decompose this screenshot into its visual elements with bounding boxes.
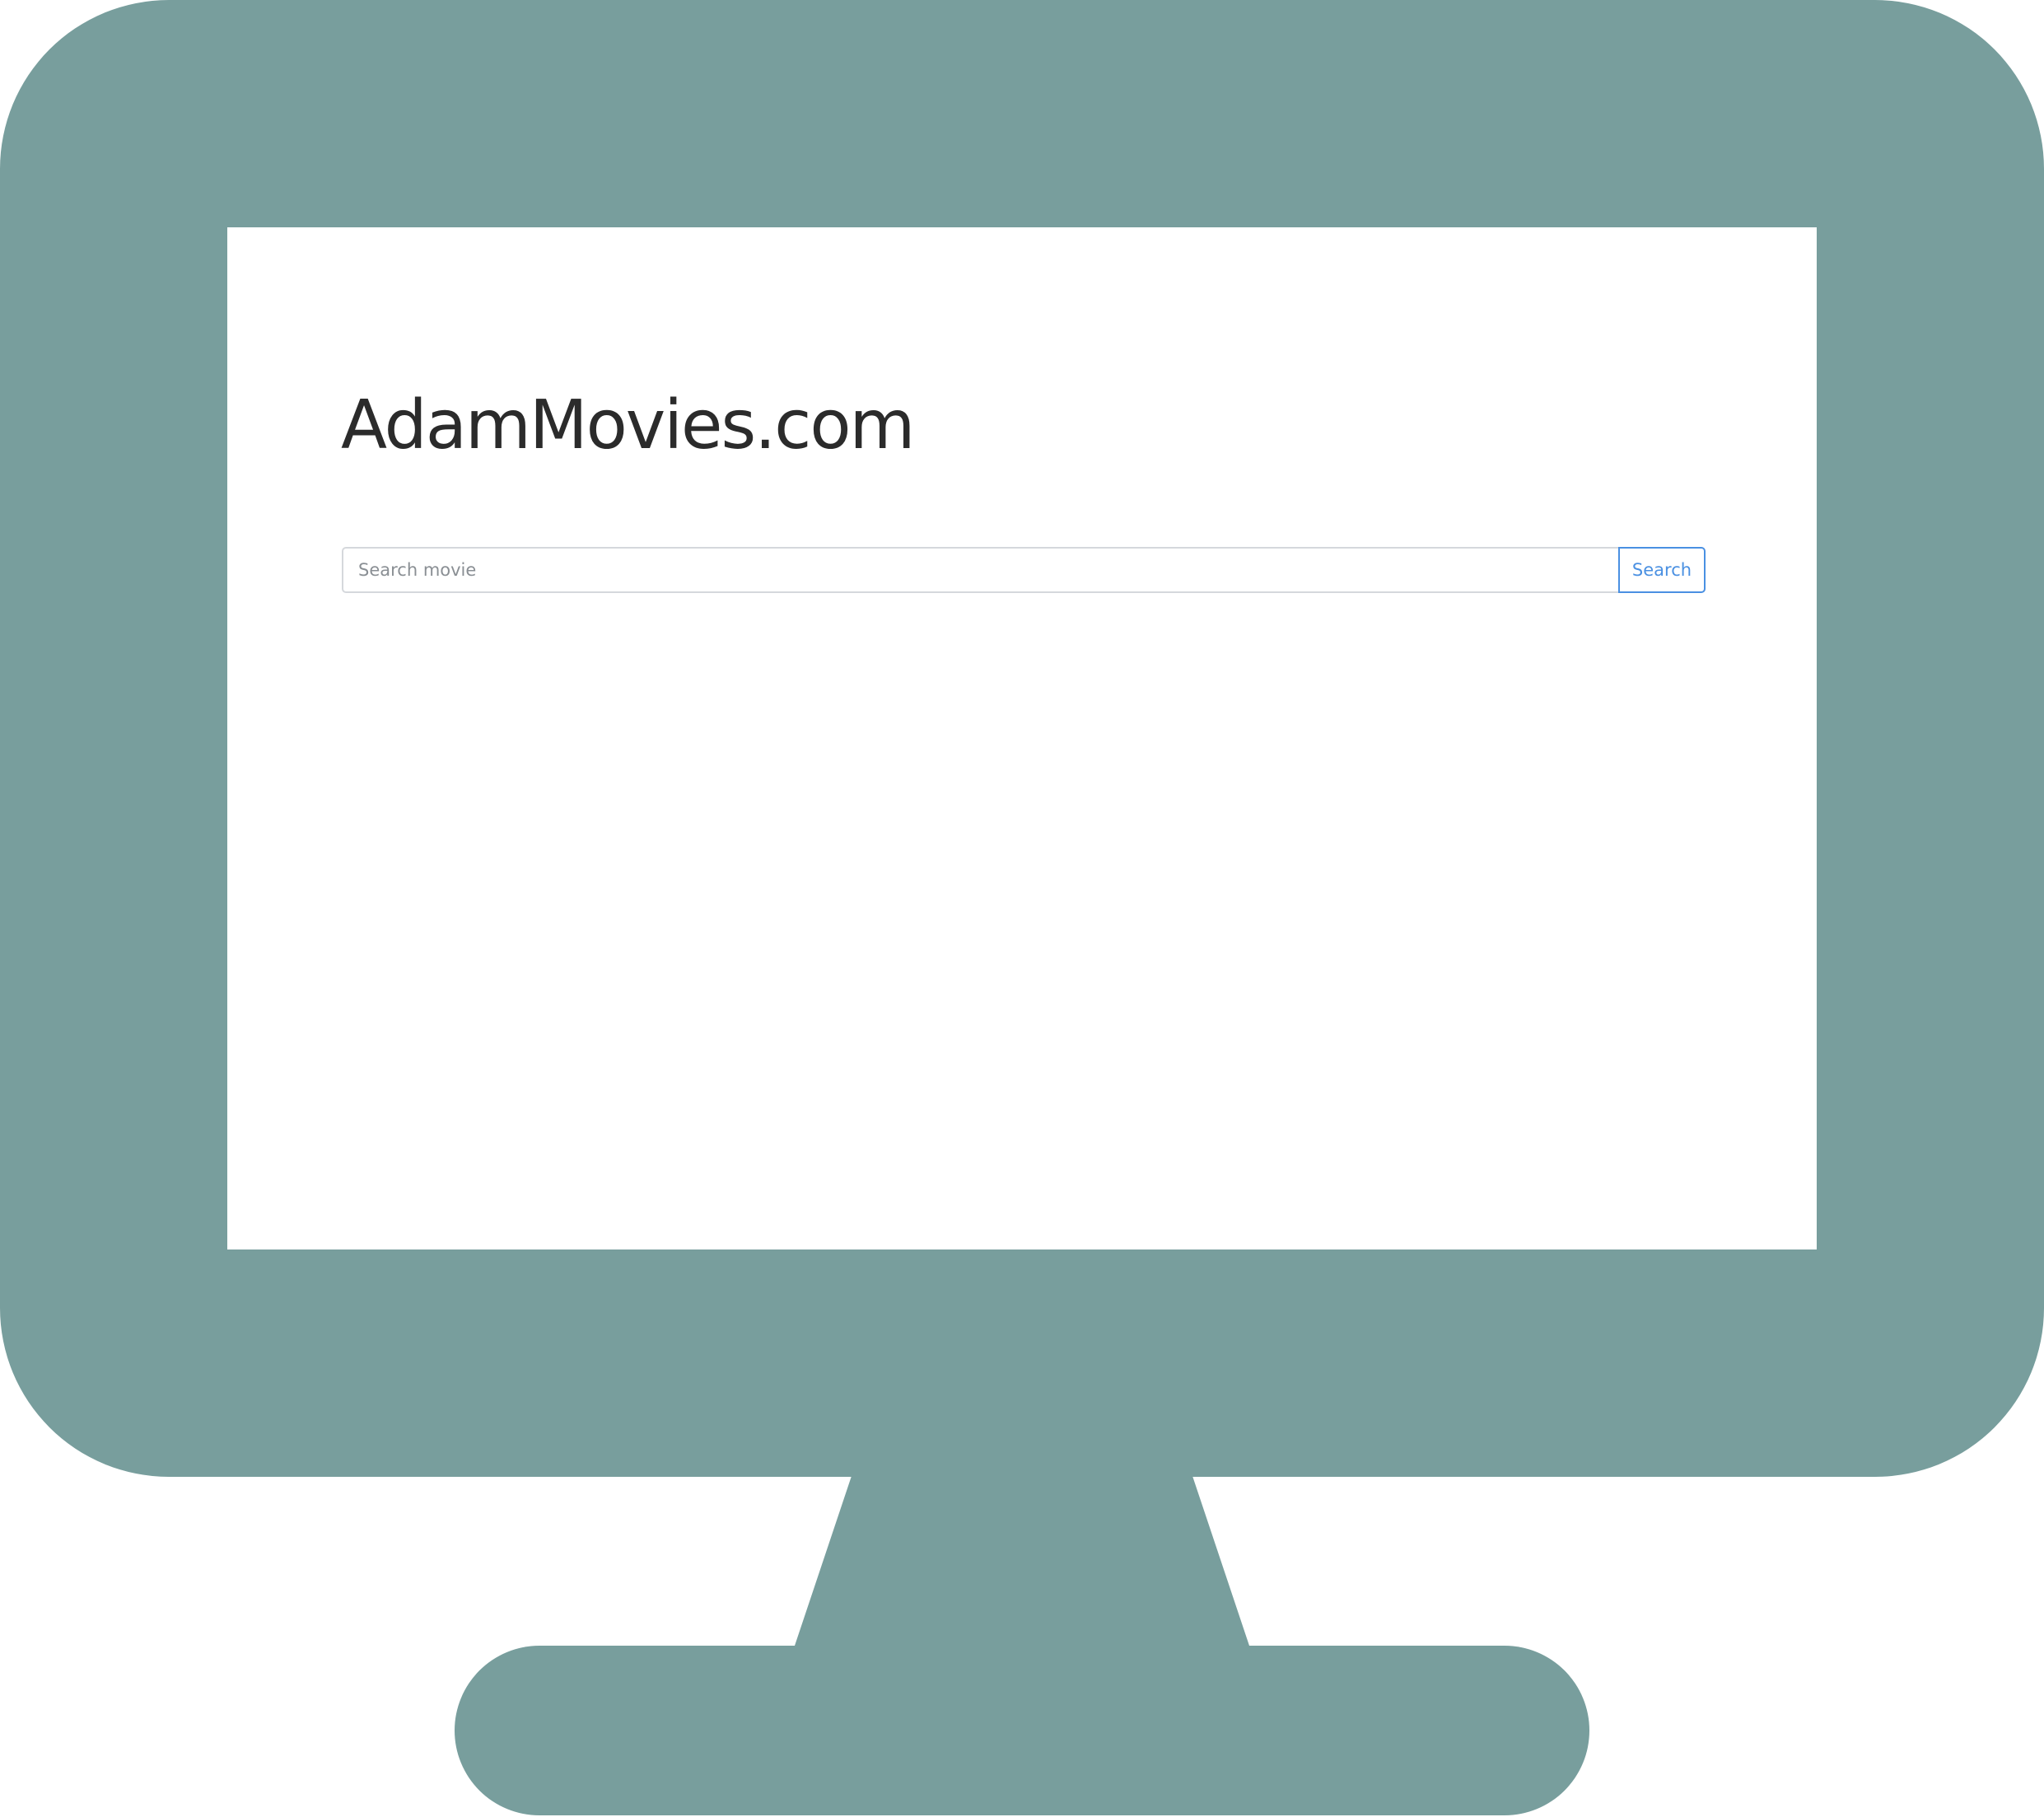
site-title: AdamMovies.com xyxy=(341,386,915,465)
monitor-stand-base xyxy=(455,1646,1589,1815)
monitor-illustration: AdamMovies.com Search xyxy=(0,0,2044,1817)
monitor-neck xyxy=(795,1476,1249,1646)
search-button[interactable]: Search xyxy=(1618,547,1706,593)
search-input[interactable] xyxy=(342,547,1618,593)
browser-screen: AdamMovies.com Search xyxy=(227,227,1817,1249)
search-bar: Search xyxy=(342,547,1706,593)
